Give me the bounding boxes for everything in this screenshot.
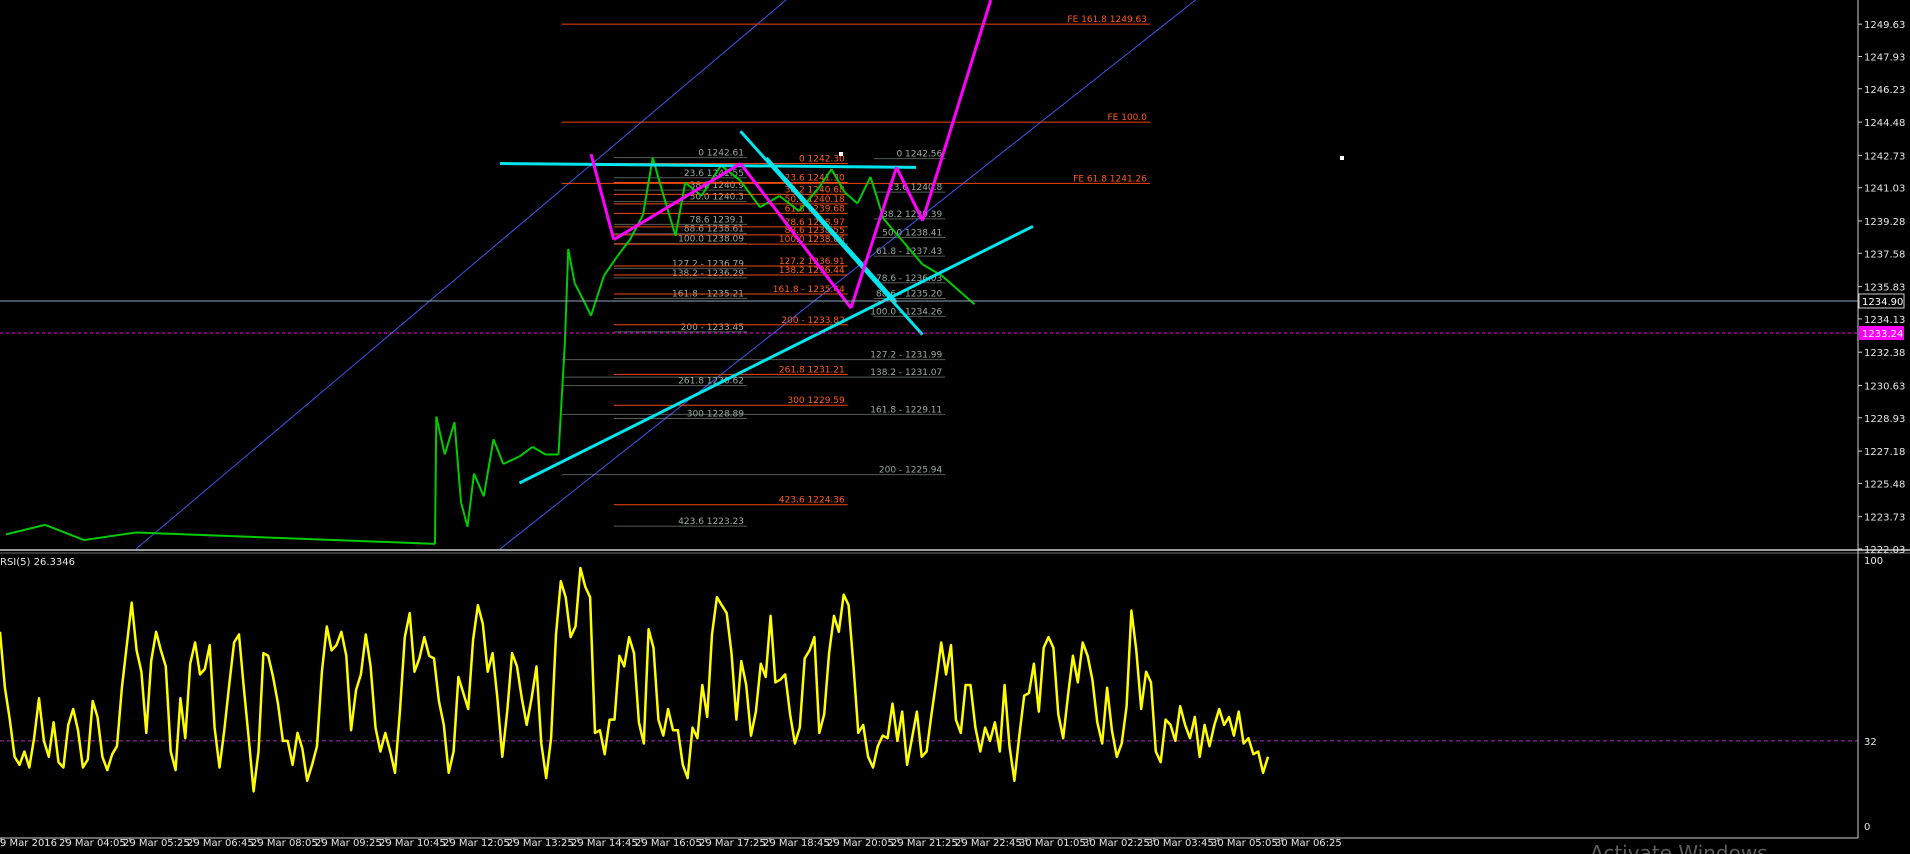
fib-level-label: 423.6 1223.23 [678, 517, 744, 527]
time-tick-label: 29 Mar 09:25 [315, 838, 382, 849]
time-tick-label: 29 Mar 16:05 [635, 838, 702, 849]
price-tick-label: 1242.73 [1864, 151, 1905, 162]
fib-level-label: 261.8 1231.21 [779, 365, 845, 375]
rsi-tick-label: 100 [1864, 556, 1883, 567]
time-tick-label: 29 Mar 14:45 [571, 838, 638, 849]
price-tick-label: 1246.23 [1864, 85, 1905, 96]
time-tick-label: 29 Mar 20:05 [827, 838, 894, 849]
trading-chart[interactable]: FE 161.8 1249.63 FE 100.0 FE 61.8 1241.26 0… [0, 0, 1910, 854]
object-handle[interactable] [1340, 156, 1344, 160]
time-tick-label: 29 Mar 06:45 [187, 838, 254, 849]
price-segment [434, 416, 438, 544]
time-tick-label: 29 Mar 17:25 [699, 838, 766, 849]
fib-level-label: 300 1228.89 [687, 410, 745, 420]
price-tick-label: 1247.93 [1864, 52, 1905, 63]
fib-level-label: FE 61.8 1241.26 [1073, 174, 1147, 184]
time-tick-label: 29 Mar 22:45 [955, 838, 1022, 849]
fib-level-label: 0 1242.30 [799, 155, 845, 165]
fib-level-label: 138.2 - 1231.07 [870, 368, 942, 378]
time-tick-label: 29 Mar 08:05 [251, 838, 318, 849]
time-tick-label: 29 Mar 12:05 [443, 838, 510, 849]
time-tick-label: 30 Mar 02:25 [1083, 838, 1150, 849]
fib-level-label: 0 1242.61 [698, 149, 744, 159]
time-tick-label: 29 Mar 13:25 [507, 838, 574, 849]
current-price-tag: 1234.90 [1858, 293, 1905, 309]
price-tick-label: 1235.83 [1864, 283, 1905, 294]
fib-level-label: 127.2 - 1231.99 [870, 351, 942, 361]
fib-level-label: 138.2 - 1236.29 [672, 269, 744, 279]
price-tick-label: 1230.63 [1864, 381, 1905, 392]
price-tick-label: 1227.18 [1864, 447, 1905, 458]
price-tick-label: 1222.03 [1864, 545, 1905, 556]
time-tick-label: 30 Mar 06:25 [1275, 838, 1342, 849]
time-tick-label: 30 Mar 01:05 [1019, 838, 1086, 849]
fib-level-label: 138.2 1236.44 [779, 266, 845, 276]
rsi-tick-label: 32 [1864, 737, 1877, 748]
activate-windows-watermark: Activate Windows [1590, 841, 1768, 854]
fib-level-label: 261.8 1230.62 [678, 377, 744, 387]
time-tick-label: 30 Mar 03:45 [1147, 838, 1214, 849]
price-tick-label: 1234.13 [1864, 315, 1905, 326]
fib-level-label: 300 1229.59 [787, 396, 845, 406]
time-tick-label: 29 Mar 18:45 [763, 838, 830, 849]
time-tick-label: 29 Mar 10:45 [379, 838, 446, 849]
time-tick-label: 30 Mar 05:05 [1211, 838, 1278, 849]
fib-level-label: 100.0 1238.09 [678, 235, 744, 245]
price-tick-label: 1223.73 [1864, 513, 1905, 524]
svg-text:1234.90: 1234.90 [1862, 297, 1903, 308]
price-tick-label: 1232.38 [1864, 348, 1905, 359]
fib-level-label: 161.8 - 1229.11 [870, 405, 942, 415]
fib-level-label: 127.2 - 1236.79 [672, 259, 744, 269]
rsi-tick-label: 0 [1864, 822, 1870, 833]
price-tick-label: 1239.28 [1864, 217, 1905, 228]
time-tick-label: 29 Mar 04:05 [59, 838, 126, 849]
object-handle[interactable] [839, 152, 843, 156]
svg-text:1233.24: 1233.24 [1862, 329, 1903, 340]
price-tick-label: 1228.93 [1864, 414, 1905, 425]
price-tick-label: 1244.48 [1864, 118, 1905, 129]
rsi-label: RSI(5) 26.3346 [0, 557, 75, 568]
fib-level-label: 88.6 1238.61 [684, 225, 744, 235]
fib-level-label: 200 - 1225.94 [879, 466, 943, 476]
time-tick-label: 29 Mar 21:25 [891, 838, 958, 849]
fib-level-label: 38.2 1239.39 [882, 210, 942, 220]
time-axis[interactable]: 9 Mar 2016 29 Mar 04:0529 Mar 05:2529 Mar… [0, 838, 1342, 849]
fib-level-label: 0 1242.56 [896, 150, 942, 160]
time-tick-label: 29 Mar 05:25 [123, 838, 190, 849]
price-tick-label: 1237.58 [1864, 249, 1905, 260]
price-tick-label: 1241.03 [1864, 184, 1905, 195]
fib-level-label: 50.0 1238.41 [882, 229, 942, 239]
fib-level-label: 50.0 1240.18 [785, 195, 845, 205]
fib-level-label: FE 161.8 1249.63 [1067, 15, 1147, 25]
price-tick-label: 1225.48 [1864, 479, 1905, 490]
marker-price-tag: 1233.24 [1859, 326, 1904, 340]
price-tick-label: 1249.63 [1864, 20, 1905, 31]
chart-background [0, 0, 1910, 854]
fib-level-label: FE 100.0 [1108, 113, 1148, 123]
fib-level-label: 423.6 1224.36 [779, 496, 845, 506]
time-tick-label: 9 Mar 2016 [0, 838, 57, 849]
